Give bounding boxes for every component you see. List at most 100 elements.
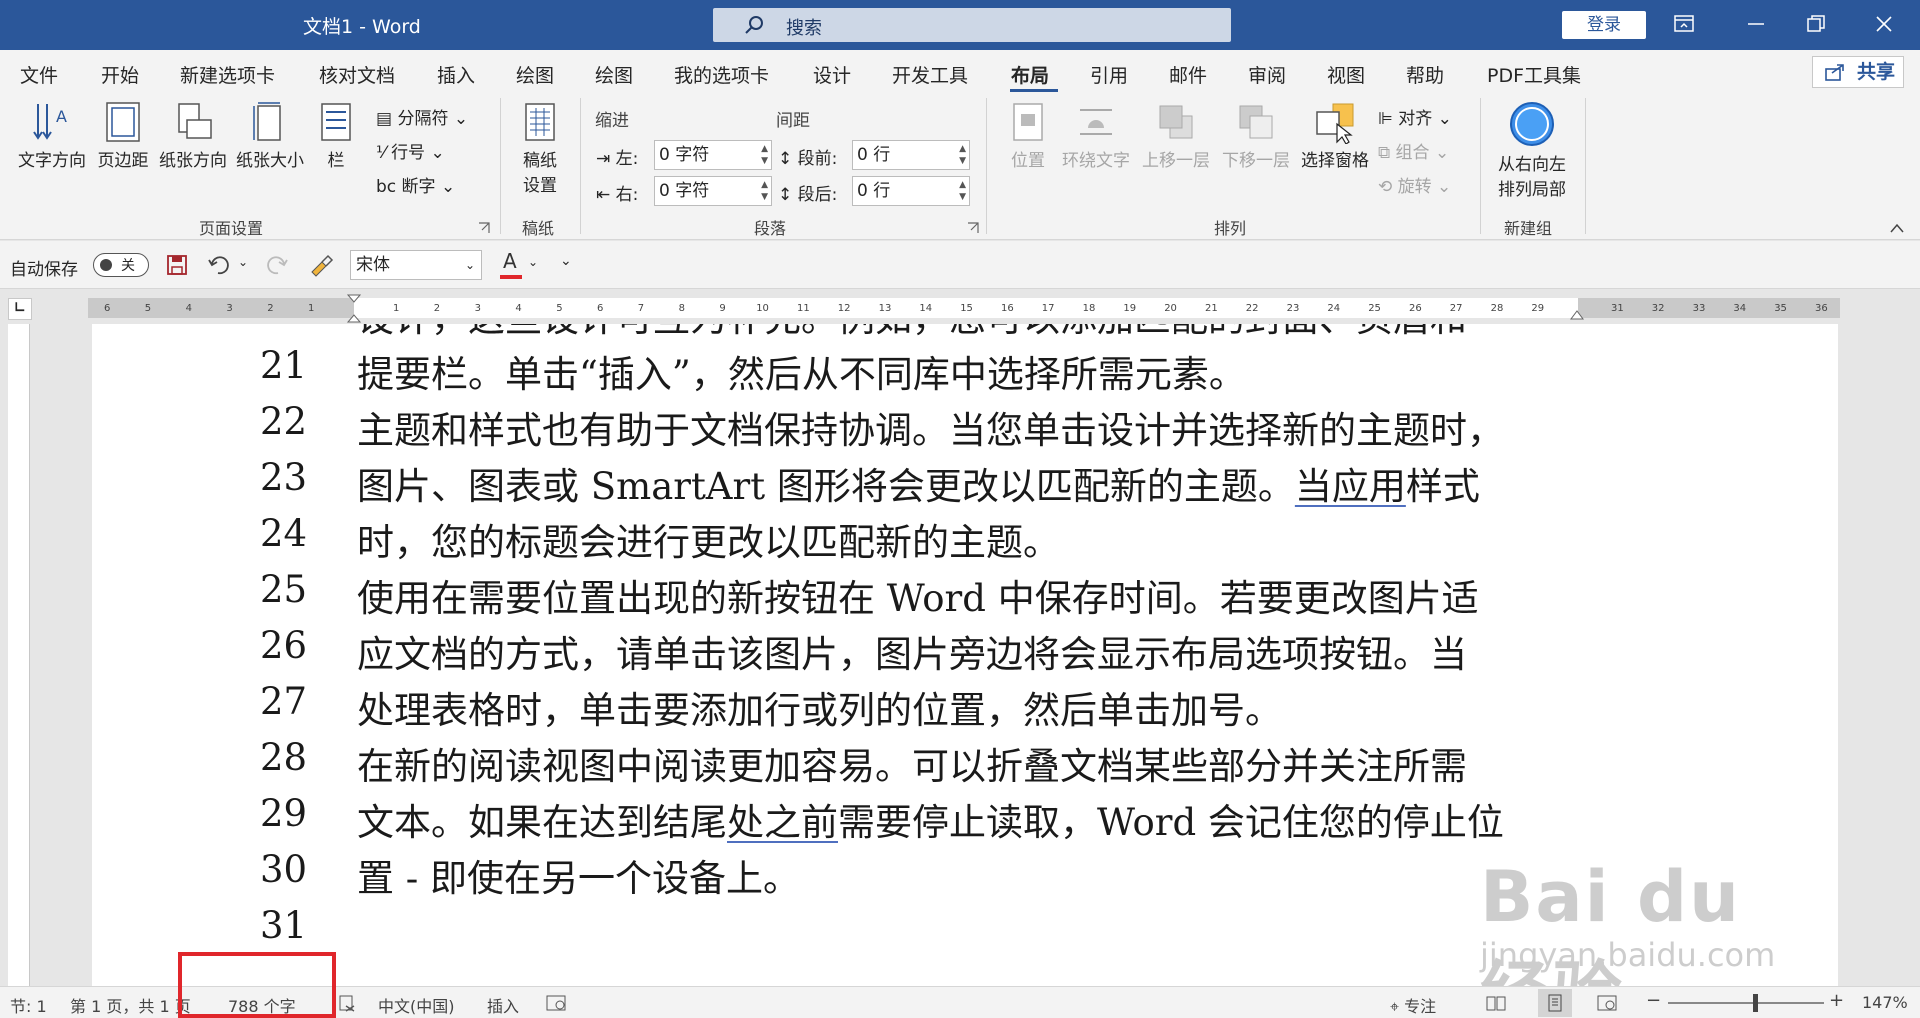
macro-recording-icon[interactable] [546, 994, 568, 1012]
undo-icon[interactable] [208, 254, 232, 276]
tab-review-doc[interactable]: 核对文档 [319, 61, 395, 88]
tab-layout[interactable]: 布局 [1011, 61, 1049, 88]
spin-down-icon[interactable]: ▼ [761, 156, 768, 166]
spin-up-icon[interactable]: ▲ [959, 144, 966, 154]
spin-up-icon[interactable]: ▲ [761, 180, 768, 190]
document-line[interactable]: 24 时，您的标题会进行更改以匹配新的主题。 [92, 512, 1838, 568]
search-box[interactable]: 搜索 [713, 8, 1231, 42]
columns-button[interactable]: 栏 [316, 100, 356, 171]
zoom-level[interactable]: 147% [1862, 993, 1908, 1012]
insert-mode[interactable]: 插入 [487, 993, 519, 1017]
selection-pane-button[interactable]: 选择窗格 [1296, 100, 1374, 171]
align-button[interactable]: ⊫ 对齐 ⌄ [1378, 104, 1452, 129]
tab-design[interactable]: 设计 [813, 61, 851, 88]
collapse-ribbon-icon[interactable] [1890, 223, 1904, 233]
redo-icon[interactable] [264, 254, 288, 276]
ribbon-display-options-icon[interactable] [1673, 13, 1695, 35]
undo-dropdown-icon[interactable]: ⌄ [238, 255, 248, 269]
tab-home[interactable]: 开始 [101, 61, 139, 88]
font-color-dropdown-icon[interactable]: ⌄ [528, 255, 538, 269]
zoom-out-icon[interactable]: − [1646, 990, 1661, 1011]
grammar-underlined-text[interactable]: 当应用 [1295, 465, 1406, 508]
spin-up-icon[interactable]: ▲ [761, 144, 768, 154]
tab-selector[interactable]: ∟ [8, 298, 32, 320]
tab-file[interactable]: 文件 [20, 61, 58, 88]
tab-insert[interactable]: 插入 [437, 61, 475, 88]
tab-help[interactable]: 帮助 [1406, 61, 1444, 88]
breaks-button[interactable]: ▤ 分隔符 ⌄ [376, 104, 468, 129]
zoom-slider-thumb[interactable] [1753, 994, 1758, 1012]
zoom-slider[interactable] [1668, 1002, 1824, 1004]
tab-draw-2[interactable]: 绘图 [595, 61, 633, 88]
margins-button[interactable]: 页边距 [92, 100, 154, 171]
orientation-button[interactable]: 纸张方向 [156, 100, 230, 171]
line-numbers-button[interactable]: ⅟ 行号 ⌄ [376, 138, 445, 163]
bring-forward-button[interactable]: 上移一层 [1138, 100, 1214, 171]
read-mode-icon[interactable] [1485, 994, 1507, 1012]
document-line[interactable]: 29 文本。如果在达到结尾处之前需要停止读取，Word 会记住您的停止位 [92, 792, 1838, 848]
font-color-button[interactable]: A [500, 249, 524, 281]
spin-up-icon[interactable]: ▲ [959, 180, 966, 190]
wrap-text-button[interactable]: 环绕文字 [1058, 100, 1134, 171]
grammar-underlined-text[interactable]: 处之前 [727, 801, 838, 844]
hyphenation-button[interactable]: bc 断字 ⌄ [376, 172, 455, 197]
close-icon[interactable] [1873, 13, 1895, 35]
document-line[interactable]: 28 在新的阅读视图中阅读更加容易。可以折叠文档某些部分并关注所需 [92, 736, 1838, 792]
web-layout-icon[interactable] [1596, 994, 1618, 1012]
send-backward-button[interactable]: 下移一层 [1218, 100, 1294, 171]
tab-draw[interactable]: 绘图 [516, 61, 554, 88]
document-line[interactable]: 26 应文档的方式，请单击该图片，图片旁边将会显示布局选项按钮。当 [92, 624, 1838, 680]
minimize-icon[interactable] [1745, 13, 1767, 35]
login-button[interactable]: 登录 [1562, 11, 1646, 39]
group-button[interactable]: ⧉ 组合 ⌄ [1378, 138, 1449, 163]
position-button[interactable]: 位置 [1000, 100, 1056, 171]
proofing-icon[interactable] [338, 994, 356, 1012]
spacing-after-input[interactable]: 0 行 ▲ ▼ [852, 176, 970, 206]
document-line[interactable]: 25 使用在需要位置出现的新按钮在 Word 中保存时间。若要更改图片适 [92, 568, 1838, 624]
section-indicator[interactable]: 节: 1 [10, 993, 47, 1017]
indent-left-input[interactable]: 0 字符 ▲ ▼ [654, 140, 772, 170]
document-line[interactable]: 23 图片、图表或 SmartArt 图形将会更改以匹配新的主题。当应用样式 [92, 456, 1838, 512]
indent-marker-icon[interactable] [346, 294, 362, 324]
print-layout-button[interactable] [1538, 989, 1572, 1017]
document-line[interactable]: 22 主题和样式也有助于文档保持协调。当您单击设计并选择新的主题时， [92, 400, 1838, 456]
language-indicator[interactable]: 中文(中国) [378, 993, 455, 1017]
size-button[interactable]: 纸张大小 [232, 100, 308, 171]
right-indent-marker-icon[interactable] [1569, 308, 1585, 320]
autosave-toggle[interactable]: 关 [93, 253, 149, 277]
document-line[interactable]: 21 提要栏。单击“插入”，然后从不同库中选择所需元素。 [92, 344, 1838, 400]
ruler-tick-label: 18 [1082, 303, 1096, 314]
tab-references[interactable]: 引用 [1090, 61, 1128, 88]
restore-icon[interactable] [1805, 13, 1827, 35]
tab-new-tab[interactable]: 新建选项卡 [180, 61, 275, 88]
rotate-button[interactable]: ⟲ 旋转 ⌄ [1378, 172, 1451, 197]
vertical-scrollbar[interactable] [1841, 324, 1861, 986]
spin-down-icon[interactable]: ▼ [959, 192, 966, 202]
spin-down-icon[interactable]: ▼ [761, 192, 768, 202]
focus-mode-button[interactable]: ⌖ 专注 [1390, 993, 1436, 1017]
page-setup-launcher-icon[interactable] [478, 222, 490, 234]
font-name-select[interactable]: 宋体 ⌄ [350, 250, 482, 280]
tab-pdf-tools[interactable]: PDF工具集 [1487, 61, 1581, 88]
indent-right-input[interactable]: 0 字符 ▲ ▼ [654, 176, 772, 206]
share-button[interactable]: 共享 [1812, 56, 1904, 88]
page-indicator[interactable]: 第 1 页，共 1 页 [70, 993, 191, 1017]
save-icon[interactable] [166, 254, 188, 276]
spin-down-icon[interactable]: ▼ [959, 156, 966, 166]
tab-my-tab[interactable]: 我的选项卡 [674, 61, 769, 88]
spacing-before-input[interactable]: 0 行 ▲ ▼ [852, 140, 970, 170]
tab-review[interactable]: 审阅 [1248, 61, 1286, 88]
rtl-layout-button[interactable]: 从右向左 排列局部 [1490, 100, 1574, 200]
document-line[interactable]: 20 设计，这些设计可互为补充。例如，您可以添加匹配的封面、页眉和 [92, 324, 1838, 344]
ruler-tick-label: 8 [678, 303, 685, 314]
paragraph-launcher-icon[interactable] [967, 222, 979, 234]
zoom-in-icon[interactable]: + [1829, 990, 1844, 1011]
customize-qat-icon[interactable]: ⌄ [560, 253, 572, 269]
manuscript-settings-button[interactable]: 稿纸 设置 [512, 100, 568, 196]
document-line[interactable]: 27 处理表格时，单击要添加行或列的位置，然后单击加号。 [92, 680, 1838, 736]
tab-mailings[interactable]: 邮件 [1169, 61, 1207, 88]
tab-developer[interactable]: 开发工具 [892, 61, 968, 88]
text-direction-button[interactable]: A 文字方向 [14, 100, 90, 171]
format-painter-icon[interactable] [308, 252, 334, 278]
tab-view[interactable]: 视图 [1327, 61, 1365, 88]
